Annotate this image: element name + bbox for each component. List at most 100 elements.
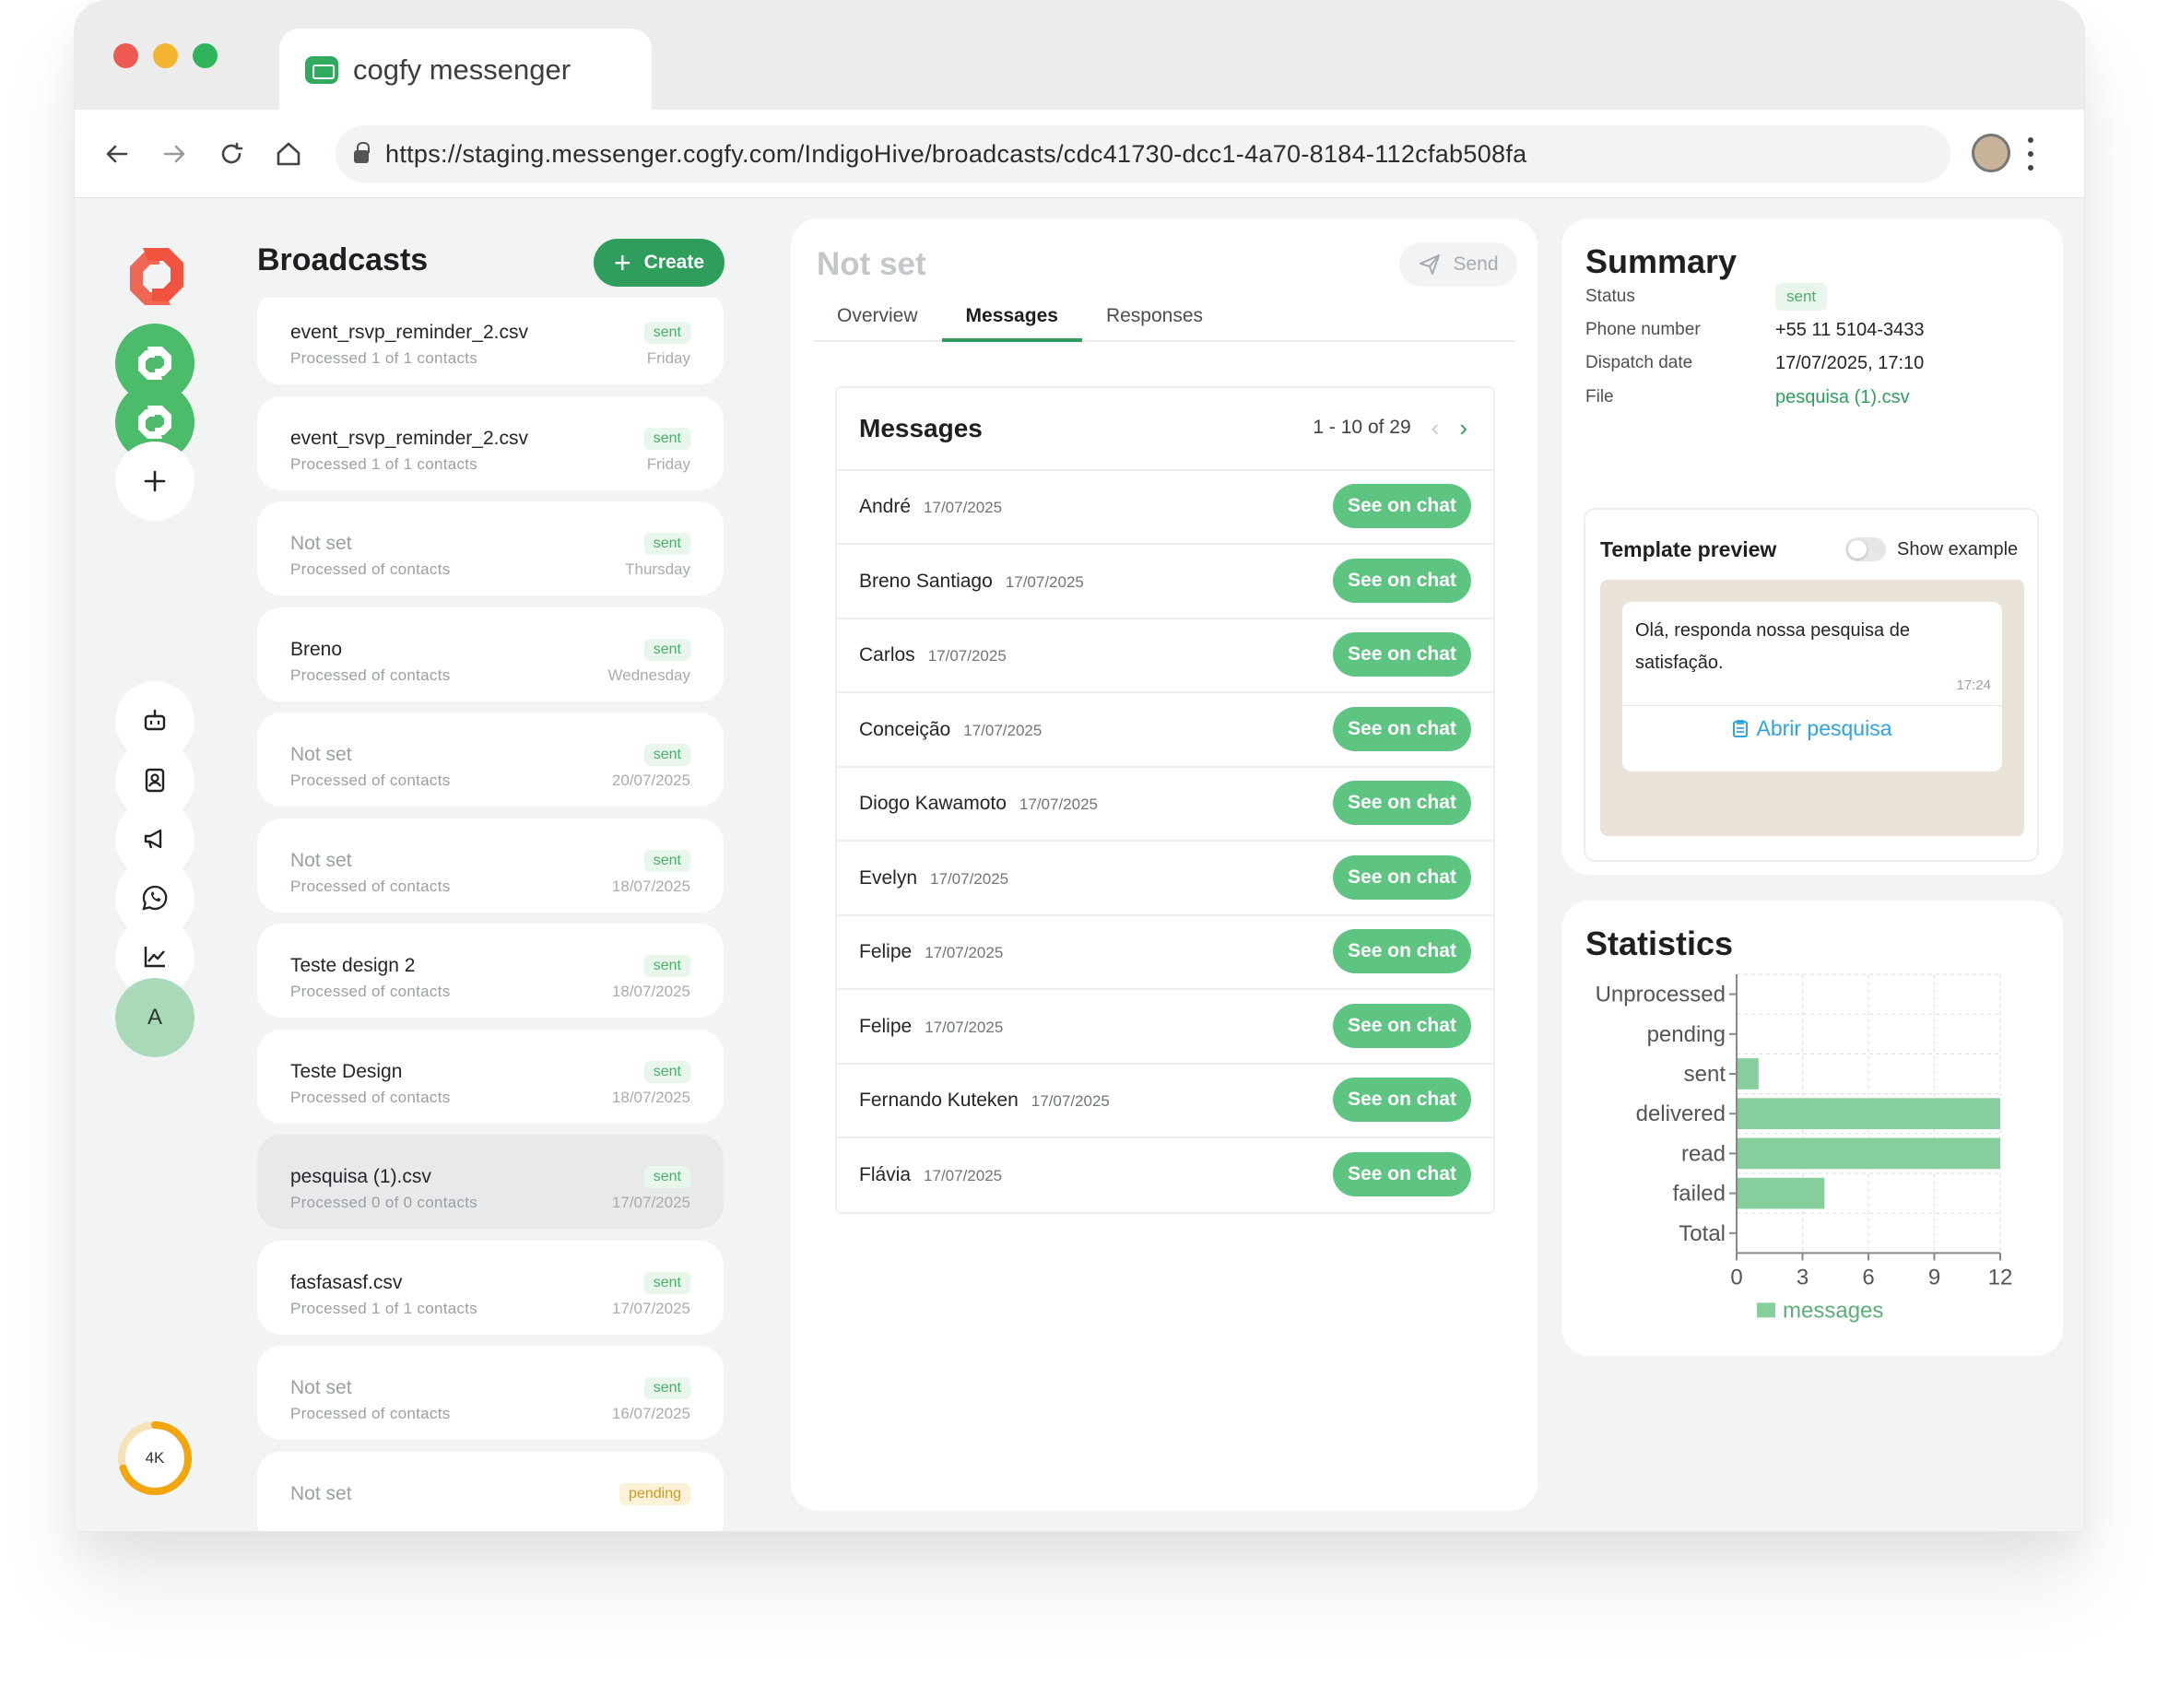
x-tick-label: 6 [1862,1265,1874,1290]
contact-name-text: Diogo Kawamoto [859,793,1007,814]
credits-label: 4K [145,1449,165,1467]
broadcast-name: Not set [290,849,352,871]
broadcast-date: 18/07/2025 [611,1088,690,1106]
status-label: Status [1585,287,1635,306]
broadcast-name: event_rsvp_reminder_2.csv [290,427,528,449]
status-badge: sent [643,322,690,344]
contact-name: Carlos 17/07/2025 [859,644,1007,666]
message-date: 17/07/2025 [1019,795,1099,813]
see-on-chat-button[interactable]: See on chat [1333,1078,1471,1122]
create-button-label: Create [643,252,705,273]
broadcast-list-item[interactable]: Not set Processed of contacts sent 18/07/20… [257,818,724,913]
credits-gauge[interactable]: 4K [115,1419,194,1498]
broadcast-list-item[interactable]: Not set Processed of contacts sent 20/07/20… [257,713,724,807]
contact-name-text: Felipe [859,941,913,962]
broadcast-list-item[interactable]: Breno Processed of contacts sent Wednesday [257,607,724,701]
see-on-chat-button[interactable]: See on chat [1333,484,1471,528]
legend-swatch [1757,1302,1775,1318]
broadcast-name: event_rsvp_reminder_2.csv [290,322,528,343]
open-survey-button[interactable]: Abrir pesquisa [1622,716,2002,741]
see-on-chat-button[interactable]: See on chat [1333,706,1471,751]
bubble-divider [1622,705,2002,706]
message-bubble: Olá, responda nossa pesquisa de satisfaç… [1622,602,2002,772]
broadcast-list-item[interactable]: Teste Design Processed of contacts sent 18/… [257,1029,724,1124]
see-on-chat-button[interactable]: See on chat [1333,558,1471,603]
add-workspace-icon[interactable] [115,442,194,521]
file-link[interactable]: pesquisa (1).csv [1775,387,1910,408]
broadcast-list-item[interactable]: fasfasasf.csv Processed 1 of 1 contacts se… [257,1240,724,1335]
tab-messages[interactable]: Messages [941,290,1083,342]
contact-name: Conceição 17/07/2025 [859,719,1042,741]
message-date: 17/07/2025 [925,1018,1004,1036]
broadcast-list-item[interactable]: Teste design 2 Processed of contacts sent 1… [257,924,724,1018]
status-badge: sent [643,1166,690,1188]
x-tick-label: 0 [1730,1265,1742,1290]
browser-window: cogfy messenger https://staging.messenge… [74,0,2085,1532]
tab-responses[interactable]: Responses [1082,290,1227,340]
see-on-chat-button[interactable]: See on chat [1333,929,1471,973]
send-label: Send [1453,253,1499,275]
message-row: Fernando Kuteken 17/07/2025 See on chat [837,1065,1493,1138]
url-text: https://staging.messenger.cogfy.com/Indi… [385,139,1527,168]
broadcast-name: Not set [290,744,352,765]
create-broadcast-button[interactable]: + Create [594,239,725,287]
close-window-button[interactable] [113,43,138,68]
forward-icon[interactable] [152,132,196,176]
open-survey-label: Abrir pesquisa [1756,716,1892,740]
user-avatar[interactable]: A [115,978,194,1057]
broadcast-list-item[interactable]: event_rsvp_reminder_2.csv Processed 1 of … [257,395,724,490]
y-tick-label: Unprocessed [1596,983,1726,1007]
tab-overview[interactable]: Overview [813,290,942,340]
broadcast-list-item[interactable]: Not set pending [257,1451,724,1531]
status-badge: sent [643,849,690,872]
summary-dispatch-row: Dispatch date 17/07/2025, 17:10 [1585,347,2046,381]
see-on-chat-button[interactable]: See on chat [1333,854,1471,900]
contact-name-text: Fernando Kuteken [859,1090,1019,1111]
broadcast-date: 16/07/2025 [611,1405,690,1422]
y-tick-label: read [1681,1141,1726,1166]
browser-tab[interactable]: cogfy messenger [279,29,652,112]
contact-name-text: Evelyn [859,866,918,889]
profile-avatar[interactable] [1972,134,2010,172]
dispatch-value: 17/07/2025, 17:10 [1775,353,1925,373]
summary-status-row: Status sent [1585,281,2046,314]
broadcast-list-item[interactable]: Not set Processed of contacts sent 16/07/20… [257,1346,724,1440]
broadcast-list-item[interactable]: Not set Processed of contacts sent Thursday [257,501,724,595]
address-bar[interactable]: https://staging.messenger.cogfy.com/Indi… [336,125,1950,183]
template-message: Olá, responda nossa pesquisa de satisfaç… [1635,620,1910,673]
minimize-window-button[interactable] [153,43,178,68]
browser-menu-icon[interactable] [2027,137,2034,171]
app-logo[interactable] [115,235,198,318]
broadcast-name: Breno [290,638,343,660]
bar-read [1738,1137,2000,1170]
home-icon[interactable] [266,132,311,176]
see-on-chat-button[interactable]: See on chat [1333,1151,1471,1196]
back-icon[interactable] [95,132,139,176]
maximize-window-button[interactable] [193,43,218,68]
chevron-right-icon[interactable]: › [1459,416,1467,440]
message-date: 17/07/2025 [930,869,1009,888]
broadcast-progress: Processed of contacts [290,1405,451,1422]
broadcast-list-item[interactable]: pesquisa (1).csv Processed 0 of 0 contact… [257,1135,724,1229]
broadcast-date: 20/07/2025 [611,772,690,789]
broadcast-list[interactable]: event_rsvp_reminder_2.csv Processed 1 of … [257,298,727,1531]
contact-name-text: Flávia [859,1163,912,1185]
show-example-toggle[interactable] [1845,537,1886,561]
broadcast-progress: Processed of contacts [290,560,451,578]
chevron-left-icon[interactable]: ‹ [1432,416,1440,440]
broadcast-name: Teste design 2 [290,955,416,976]
see-on-chat-button[interactable]: See on chat [1333,632,1471,677]
pagination: 1 - 10 of 29 ‹ › [1313,416,1467,440]
contact-name: Evelyn 17/07/2025 [859,867,1008,889]
message-row: Conceição 17/07/2025 See on chat [837,694,1493,768]
y-tick-label: delivered [1636,1101,1726,1126]
send-button[interactable]: Send [1399,242,1517,287]
reload-icon[interactable] [209,132,253,176]
x-tick-label: 9 [1928,1265,1940,1290]
broadcast-progress: Processed of contacts [290,1088,451,1106]
messages-card: Messages 1 - 10 of 29 ‹ › André 17/07/202… [835,386,1495,1214]
broadcast-list-item[interactable]: event_rsvp_reminder_2.csv Processed 1 of … [257,298,724,384]
x-tick-label: 3 [1797,1265,1809,1290]
see-on-chat-button[interactable]: See on chat [1333,1003,1471,1048]
see-on-chat-button[interactable]: See on chat [1333,781,1471,825]
